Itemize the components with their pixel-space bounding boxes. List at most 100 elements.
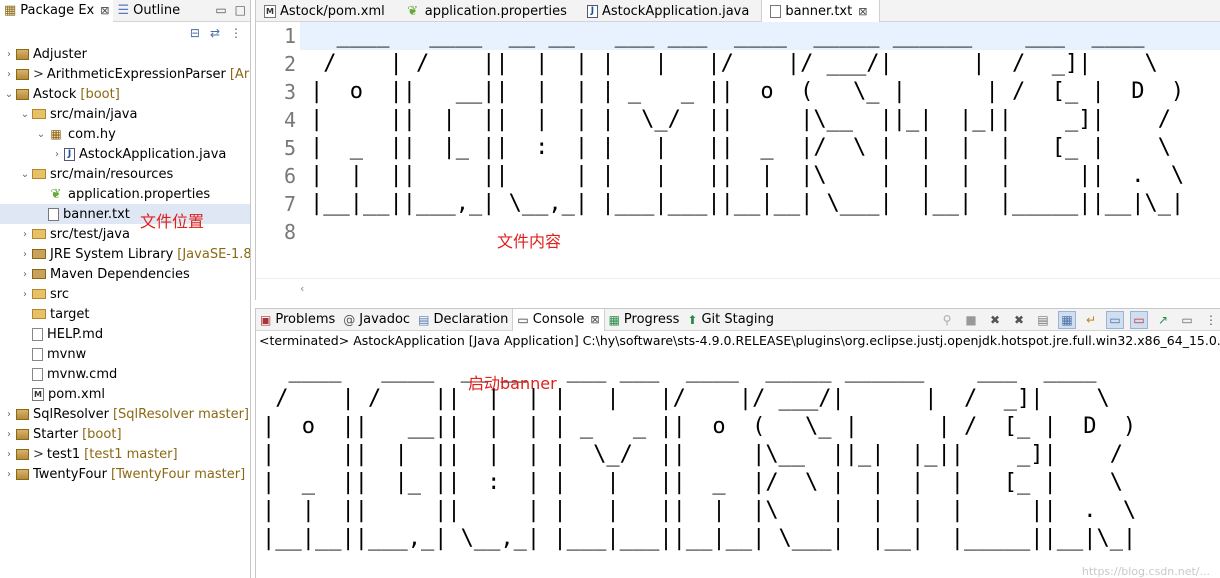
tree-item[interactable]: ⌄ src/main/java bbox=[0, 104, 250, 124]
collapsed-icon[interactable]: › bbox=[18, 269, 32, 280]
banner-text-content[interactable]: ____ ____ __ __ ___ ___ ____ _____ _____… bbox=[310, 22, 1184, 246]
expanded-icon[interactable]: ⌄ bbox=[2, 89, 16, 100]
collapsed-icon[interactable]: › bbox=[2, 449, 16, 460]
word-wrap-icon[interactable]: ↵ bbox=[1082, 311, 1100, 329]
tree-item[interactable]: HELP.md bbox=[0, 324, 250, 344]
view-menu-icon[interactable]: ⋮ bbox=[230, 26, 242, 40]
tree-item[interactable]: › SqlResolver [SqlResolver master] bbox=[0, 404, 250, 424]
tab-progress[interactable]: ▦ Progress bbox=[605, 309, 684, 331]
maximize-icon[interactable]: □ bbox=[235, 3, 246, 17]
tab-label: Package Ex bbox=[20, 3, 95, 18]
console-status: <terminated> AstockApplication [Java App… bbox=[259, 333, 1220, 348]
tab-outline[interactable]: ☰ Outline bbox=[113, 0, 184, 22]
properties-file-icon: ❦ bbox=[407, 3, 419, 19]
tab-declaration[interactable]: ▤ Declaration bbox=[414, 309, 512, 331]
close-icon[interactable]: ⊠ bbox=[100, 4, 109, 17]
collapsed-icon[interactable]: › bbox=[18, 249, 32, 260]
tab-javadoc[interactable]: @ Javadoc bbox=[339, 309, 414, 331]
file-icon bbox=[32, 327, 43, 341]
annotation-start-banner: 启动banner bbox=[468, 374, 557, 393]
editor-tab[interactable]: ❦ application.properties bbox=[397, 0, 579, 22]
view-menu-icon[interactable]: ⋮ bbox=[1202, 311, 1220, 329]
tab-problems[interactable]: ▣ Problems bbox=[256, 309, 339, 331]
expanded-icon[interactable]: ⌄ bbox=[18, 169, 32, 180]
remove-launch-icon[interactable]: ✖ bbox=[986, 311, 1004, 329]
collapsed-icon[interactable]: › bbox=[18, 229, 32, 240]
tree-item[interactable]: ❦ application.properties bbox=[0, 184, 250, 204]
minimize-icon[interactable]: ▭ bbox=[215, 3, 226, 17]
tree-item[interactable]: mvnw.cmd bbox=[0, 364, 250, 384]
tree-item[interactable]: target bbox=[0, 304, 250, 324]
tree-item[interactable]: › >ArithmeticExpressionParser[Arithm bbox=[0, 64, 250, 84]
tree-item[interactable]: ⌄ ▦ com.hy bbox=[0, 124, 250, 144]
editor-tab[interactable]: M Astock/pom.xml bbox=[256, 0, 397, 22]
remove-all-icon[interactable]: ✖ bbox=[1010, 311, 1028, 329]
pin-console-icon[interactable]: ↗ bbox=[1154, 311, 1172, 329]
clear-console-icon[interactable]: ▤ bbox=[1034, 311, 1052, 329]
show-on-stderr-icon[interactable]: ▭ bbox=[1130, 311, 1148, 329]
tab-label: Progress bbox=[623, 312, 680, 327]
source-folder-icon bbox=[32, 109, 46, 119]
open-console-icon[interactable]: ▭ bbox=[1178, 311, 1196, 329]
tree-item-label: TwentyFour bbox=[33, 466, 108, 482]
tree-item[interactable]: Mpom.xml bbox=[0, 384, 250, 404]
tab-git-staging[interactable]: ⬆ Git Staging bbox=[683, 309, 778, 331]
tree-item-label: src/main/java bbox=[50, 106, 138, 122]
close-icon[interactable]: ⊠ bbox=[590, 313, 599, 326]
editor-tab[interactable]: J AstockApplication.java bbox=[579, 0, 761, 22]
tree-item-label: HELP.md bbox=[47, 326, 104, 342]
tree-item[interactable]: › src/test/java bbox=[0, 224, 250, 244]
tab-label: Outline bbox=[133, 3, 181, 18]
tree-item[interactable]: ⌄ src/main/resources bbox=[0, 164, 250, 184]
link-with-editor-icon[interactable]: ⇄ bbox=[210, 26, 220, 40]
line-number: 8 bbox=[283, 220, 296, 244]
console-line: / | / || | | | | |/ |/ ___/| | / _]| \ bbox=[262, 386, 1123, 411]
tab-label: Javadoc bbox=[359, 312, 411, 327]
pin-icon[interactable]: ⚲ bbox=[938, 311, 956, 329]
tree-item[interactable]: banner.txt bbox=[0, 204, 250, 224]
tree-item[interactable]: › Maven Dependencies bbox=[0, 264, 250, 284]
horizontal-scrollbar[interactable]: ‹ bbox=[256, 278, 1220, 300]
close-icon[interactable]: ⊠ bbox=[858, 5, 867, 18]
show-on-stdout-icon[interactable]: ▭ bbox=[1106, 311, 1124, 329]
console-line: |__|__||___,_| \__,_| |___|___||__|__| \… bbox=[262, 526, 1137, 551]
java-file-icon: J bbox=[586, 4, 598, 18]
line-number: 3 bbox=[283, 80, 296, 104]
folder-icon bbox=[32, 289, 46, 299]
project-icon bbox=[16, 88, 29, 100]
editor-body[interactable]: 1 2 3 4 5 6 7 8 ____ ____ __ __ ___ ___ ____ __… bbox=[256, 22, 1220, 278]
terminate-icon[interactable]: ■ bbox=[962, 311, 980, 329]
scroll-left-icon[interactable]: ‹ bbox=[300, 282, 304, 295]
collapsed-icon[interactable]: › bbox=[18, 289, 32, 300]
tree-item-decoration: [boot] bbox=[82, 426, 122, 442]
collapsed-icon[interactable]: › bbox=[50, 149, 64, 160]
collapsed-icon[interactable]: › bbox=[2, 469, 16, 480]
collapsed-icon[interactable]: › bbox=[2, 409, 16, 420]
tree-item[interactable]: › TwentyFour [TwentyFour master] bbox=[0, 464, 250, 484]
scroll-lock-icon[interactable]: ▦ bbox=[1058, 311, 1076, 329]
editor-tab[interactable]: banner.txt ⊠ bbox=[761, 0, 881, 22]
project-icon bbox=[16, 68, 29, 80]
tree-item[interactable]: › J AstockApplication.java bbox=[0, 144, 250, 164]
tab-console[interactable]: ▭ Console ⊠ bbox=[512, 308, 605, 331]
collapsed-icon[interactable]: › bbox=[2, 69, 16, 80]
collapsed-icon[interactable]: › bbox=[2, 429, 16, 440]
tree-item[interactable]: › JRE System Library [JavaSE-1.8] bbox=[0, 244, 250, 264]
console-line: | || | || | | | \_/ || |\__ ||_| |_|| _]… bbox=[262, 442, 1137, 467]
collapsed-icon[interactable]: › bbox=[2, 49, 16, 60]
console-output[interactable]: ____ ____ __ __ ___ ___ ____ _____ _____… bbox=[262, 357, 1136, 553]
expanded-icon[interactable]: ⌄ bbox=[18, 109, 32, 120]
console-line: ____ ____ __ __ ___ ___ ____ _____ _____… bbox=[262, 358, 1123, 383]
tree-item[interactable]: › src bbox=[0, 284, 250, 304]
tree-item[interactable]: mvnw bbox=[0, 344, 250, 364]
tree-item[interactable]: › Starter [boot] bbox=[0, 424, 250, 444]
tree-item-decoration: [Arithm bbox=[229, 66, 250, 82]
tree-item[interactable]: › Adjuster bbox=[0, 44, 250, 64]
expanded-icon[interactable]: ⌄ bbox=[34, 129, 48, 140]
collapse-all-icon[interactable]: ⊟ bbox=[190, 26, 200, 40]
tree-item[interactable]: ⌄ Astock [boot] bbox=[0, 84, 250, 104]
tree-item[interactable]: › > test1 [test1 master] bbox=[0, 444, 250, 464]
tab-package-explorer[interactable]: ▦ Package Ex ⊠ bbox=[0, 0, 114, 22]
project-icon bbox=[16, 48, 29, 60]
